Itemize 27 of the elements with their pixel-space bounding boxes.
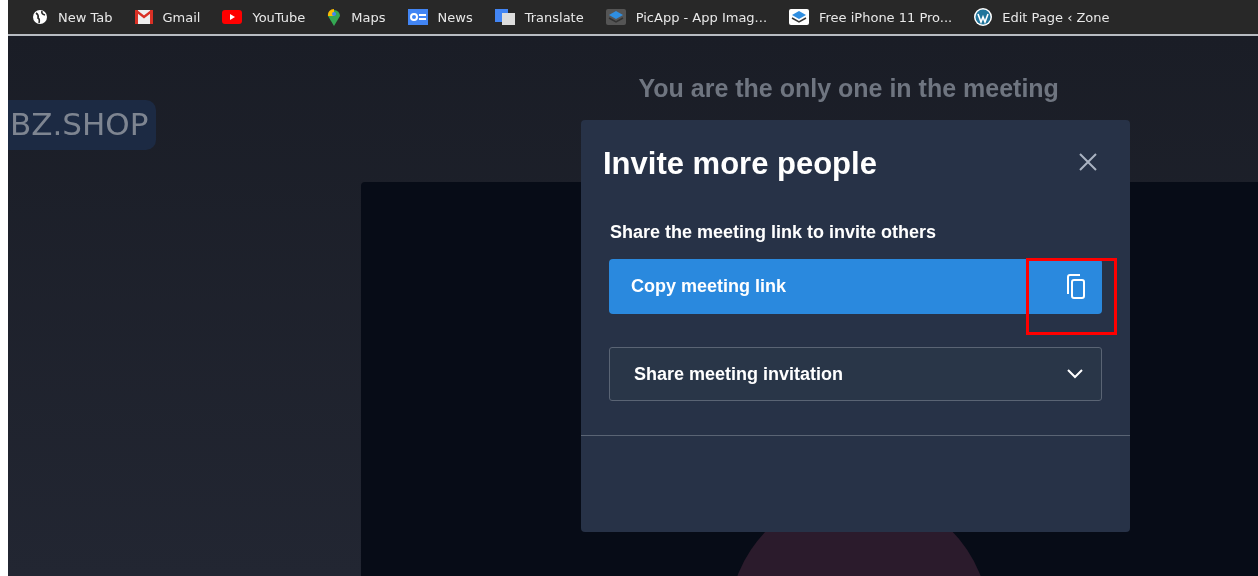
- envelope-icon: [134, 10, 153, 24]
- bookmark-link[interactable]: Free iPhone 11 Pro...: [789, 9, 953, 25]
- bookmark-link[interactable]: YouTube: [222, 9, 306, 25]
- share-invitation-dropdown[interactable]: Share meeting invitation: [609, 347, 1102, 401]
- play-icon: [222, 10, 243, 24]
- close-icon: [1078, 152, 1098, 172]
- chevron-icon: [1067, 369, 1083, 379]
- bookmark-link[interactable]: Translate: [494, 9, 584, 25]
- layers-icon: [605, 9, 626, 25]
- bookmark-link[interactable]: Gmail: [134, 9, 201, 25]
- news-icon: [407, 9, 428, 25]
- bookmark-link[interactable]: Maps: [327, 8, 386, 26]
- logo-badge: BZ.SHOP: [8, 100, 157, 150]
- meeting-status-text: You are the only one in the meeting: [638, 74, 1059, 103]
- layers-icon: [789, 9, 809, 25]
- bookmark-link[interactable]: PicApp - App Imag...: [605, 9, 767, 25]
- copy-icon: [1066, 273, 1086, 300]
- bookmark-link[interactable]: New Tab: [32, 9, 113, 25]
- wordpress-icon: [974, 8, 993, 26]
- dialog-title: Invite more people: [603, 146, 877, 182]
- map-pin-icon: [327, 8, 342, 26]
- bookmark-link[interactable]: Edit Page ‹ Zone: [974, 8, 1110, 26]
- globe-icon: [32, 9, 48, 25]
- bookmark-link[interactable]: News: [407, 9, 473, 25]
- section-label: Share the meeting link to invite others: [610, 222, 938, 243]
- translate-icon: [494, 9, 515, 25]
- copy-link-button[interactable]: Copy meeting link: [609, 259, 1102, 314]
